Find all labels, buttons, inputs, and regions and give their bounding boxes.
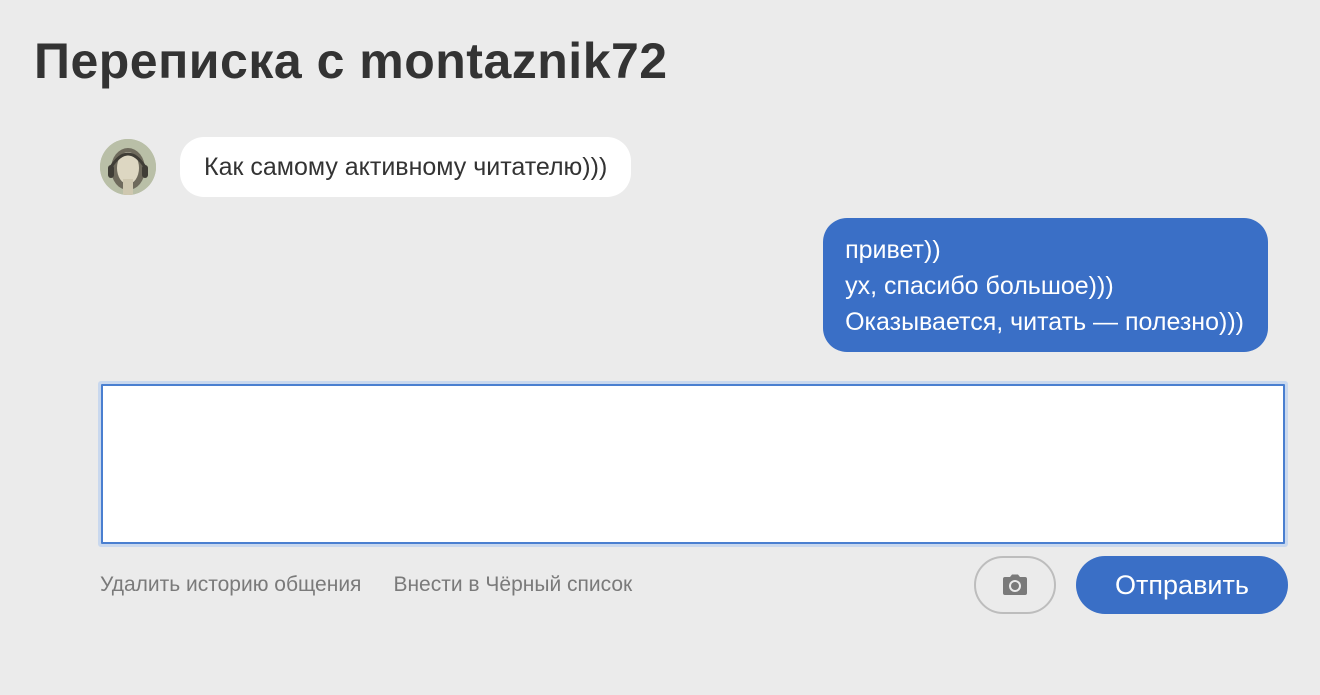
avatar-image xyxy=(100,139,156,195)
avatar[interactable] xyxy=(100,139,156,195)
message-bubble-incoming: Как самому активному читателю))) xyxy=(180,137,632,197)
attach-photo-button[interactable] xyxy=(974,556,1056,614)
page-title: Переписка с montaznik72 xyxy=(34,33,668,89)
message-line: ух, спасибо большое))) xyxy=(845,272,1114,300)
send-button[interactable]: Отправить xyxy=(1076,556,1288,614)
message-input[interactable] xyxy=(101,384,1285,544)
message-row-incoming: Как самому активному читателю))) xyxy=(100,137,632,197)
conversation-actions: Удалить историю общения Внести в Чёрный … xyxy=(100,572,632,598)
delete-history-link[interactable]: Удалить историю общения xyxy=(100,573,361,597)
camera-icon xyxy=(1003,574,1027,595)
message-line: Оказывается, читать — полезно))) xyxy=(845,308,1244,336)
message-composer xyxy=(98,381,1288,547)
message-bubble-outgoing: привет)) ух, спасибо большое))) Оказывае… xyxy=(823,218,1268,352)
blacklist-link[interactable]: Внести в Чёрный список xyxy=(393,573,632,597)
message-line: привет)) xyxy=(845,236,941,264)
